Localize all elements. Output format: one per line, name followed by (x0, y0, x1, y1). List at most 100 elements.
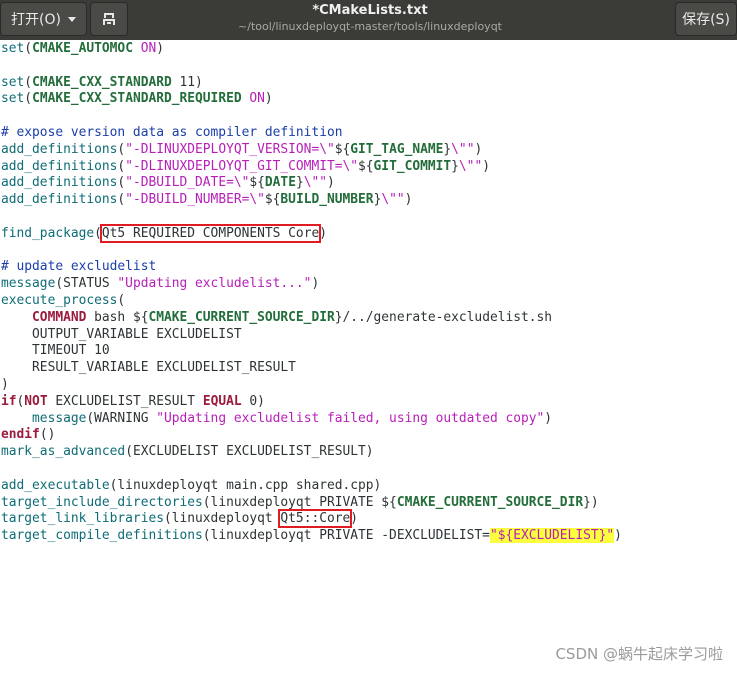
code-token: \"" (458, 158, 483, 174)
code-token: ) (350, 511, 359, 527)
code-token: bash ${ (86, 309, 149, 325)
code-view[interactable]: set(CMAKE_AUTOMOC ON) set(CMAKE_CXX_STAN… (1, 41, 622, 545)
code-line: COMMAND bash ${CMAKE_CURRENT_SOURCE_DIR}… (1, 310, 622, 327)
code-token: COMMAND (32, 309, 87, 325)
code-token: CMAKE_CXX_STANDARD_REQUIRED (32, 91, 242, 107)
code-token: # update excludelist (1, 259, 157, 275)
code-token: ( (24, 74, 33, 90)
code-token: CMAKE_AUTOMOC (32, 41, 133, 56)
code-token: (linuxdeployqt PRIVATE -DEXCLUDELIST= (202, 528, 490, 544)
code-token: set (1, 74, 25, 90)
code-line: endif() (1, 427, 622, 444)
code-token: ) (544, 410, 553, 426)
code-token: ON (140, 41, 157, 56)
code-token: ) (264, 91, 273, 107)
code-line: # expose version data as compiler defini… (1, 125, 622, 142)
code-token: }/../generate-excludelist.sh (334, 309, 553, 325)
code-token: (STATUS (55, 276, 118, 292)
code-token: } (295, 175, 304, 191)
code-token: "-DBUILD_NUMBER=\" (125, 192, 265, 208)
code-line: message(STATUS "Updating excludelist..."… (1, 276, 622, 293)
code-token: ) (482, 158, 490, 174)
code-line: TIMEOUT 10 (1, 343, 622, 360)
code-token: ) (1, 376, 9, 392)
code-token: ( (117, 292, 126, 308)
code-line: add_definitions("-DBUILD_NUMBER=\"${BUIL… (1, 192, 622, 209)
code-token: ( (24, 41, 33, 56)
code-token: EXCLUDELIST_RESULT (47, 393, 203, 409)
code-token: (linuxdeployqt (163, 511, 281, 527)
window-title: *CMakeLists.txt (312, 3, 428, 18)
code-line: OUTPUT_VARIABLE EXCLUDELIST (1, 327, 622, 344)
code-line: add_definitions("-DBUILD_DATE=\"${DATE}\… (1, 175, 622, 192)
code-token: ${ (264, 192, 281, 208)
highlighted-text: "${EXCLUDELIST}" (489, 528, 615, 544)
watermark: CSDN @蜗牛起床学习啦 (555, 645, 723, 663)
code-token: ) (319, 225, 327, 241)
code-token: if (1, 393, 17, 409)
code-token: (WARNING (86, 410, 157, 426)
code-line: add_executable(linuxdeployqt main.cpp sh… (1, 478, 622, 495)
open-button-label: 打开(O) (11, 12, 61, 28)
code-token: ) (311, 276, 320, 292)
code-token: ) (474, 141, 483, 157)
code-line: target_link_libraries(linuxdeployqt Qt5:… (1, 509, 622, 529)
code-token: TIMEOUT 10 (1, 343, 110, 359)
code-line: message(WARNING "Updating excludelist fa… (1, 411, 622, 428)
code-line: mark_as_advanced(EXCLUDELIST EXCLUDELIST… (1, 444, 622, 461)
code-token: () (39, 427, 56, 443)
code-token: 0) (241, 393, 265, 409)
text-editor[interactable]: set(CMAKE_AUTOMOC ON) set(CMAKE_CXX_STAN… (0, 40, 737, 674)
code-line: add_definitions("-DLINUXDEPLOYQT_GIT_COM… (1, 159, 622, 176)
code-token: \"" (381, 192, 405, 208)
open-menu-button[interactable]: 打开(O) (0, 2, 87, 36)
code-token: ${ (358, 158, 374, 174)
code-line: # update excludelist (1, 259, 622, 276)
code-line: if(NOT EXCLUDELIST_RESULT EQUAL 0) (1, 394, 622, 411)
code-token: 11) (171, 74, 203, 90)
code-token: target_include_directories (1, 494, 203, 510)
code-token: (linuxdeployqt PRIVATE ${ (202, 494, 397, 510)
code-token: } (443, 141, 452, 157)
code-token: CMAKE_CXX_STANDARD (32, 74, 172, 90)
new-document-button[interactable] (90, 2, 128, 36)
code-line: ) (1, 377, 622, 394)
code-line: find_package(Qt5 REQUIRED COMPONENTS Cor… (1, 223, 622, 243)
code-token: add_definitions (1, 175, 118, 191)
save-button[interactable]: 保存(S) (675, 2, 737, 36)
code-token: \"" (303, 175, 328, 191)
code-token: "-DBUILD_DATE=\" (125, 175, 250, 191)
title-bar: 打开(O) *CMakeLists.txt ~/tool/linuxdeploy… (0, 0, 737, 40)
code-token: DATE (264, 175, 296, 191)
code-token: GIT_TAG_NAME (350, 141, 444, 157)
code-token: message (32, 410, 87, 426)
code-token: ( (94, 225, 102, 241)
code-token: OUTPUT_VARIABLE EXCLUDELIST (1, 326, 242, 342)
code-token: ON (249, 91, 265, 107)
code-token: execute_process (1, 292, 118, 308)
code-line: target_compile_definitions(linuxdeployqt… (1, 528, 622, 545)
code-token: \"" (451, 141, 475, 157)
window-subtitle-path: ~/tool/linuxdeployqt-master/tools/linuxd… (238, 20, 502, 33)
code-line: RESULT_VARIABLE EXCLUDELIST_RESULT (1, 360, 622, 377)
code-token: "-DLINUXDEPLOYQT_GIT_COMMIT=\" (125, 158, 359, 174)
code-token: ) (614, 528, 622, 544)
code-token: CMAKE_CURRENT_SOURCE_DIR (148, 309, 335, 325)
code-token: ${ (334, 141, 351, 157)
code-token: GIT_COMMIT (373, 158, 452, 174)
code-token: endif (1, 427, 40, 443)
code-token: } (451, 158, 459, 174)
code-token: }) (583, 494, 599, 510)
code-token: add_definitions (1, 192, 118, 208)
code-token: "Updating excludelist..." (117, 276, 312, 292)
code-line: set(CMAKE_CXX_STANDARD_REQUIRED ON) (1, 91, 622, 108)
annotation-box: Qt5 REQUIRED COMPONENTS Core (99, 223, 322, 243)
